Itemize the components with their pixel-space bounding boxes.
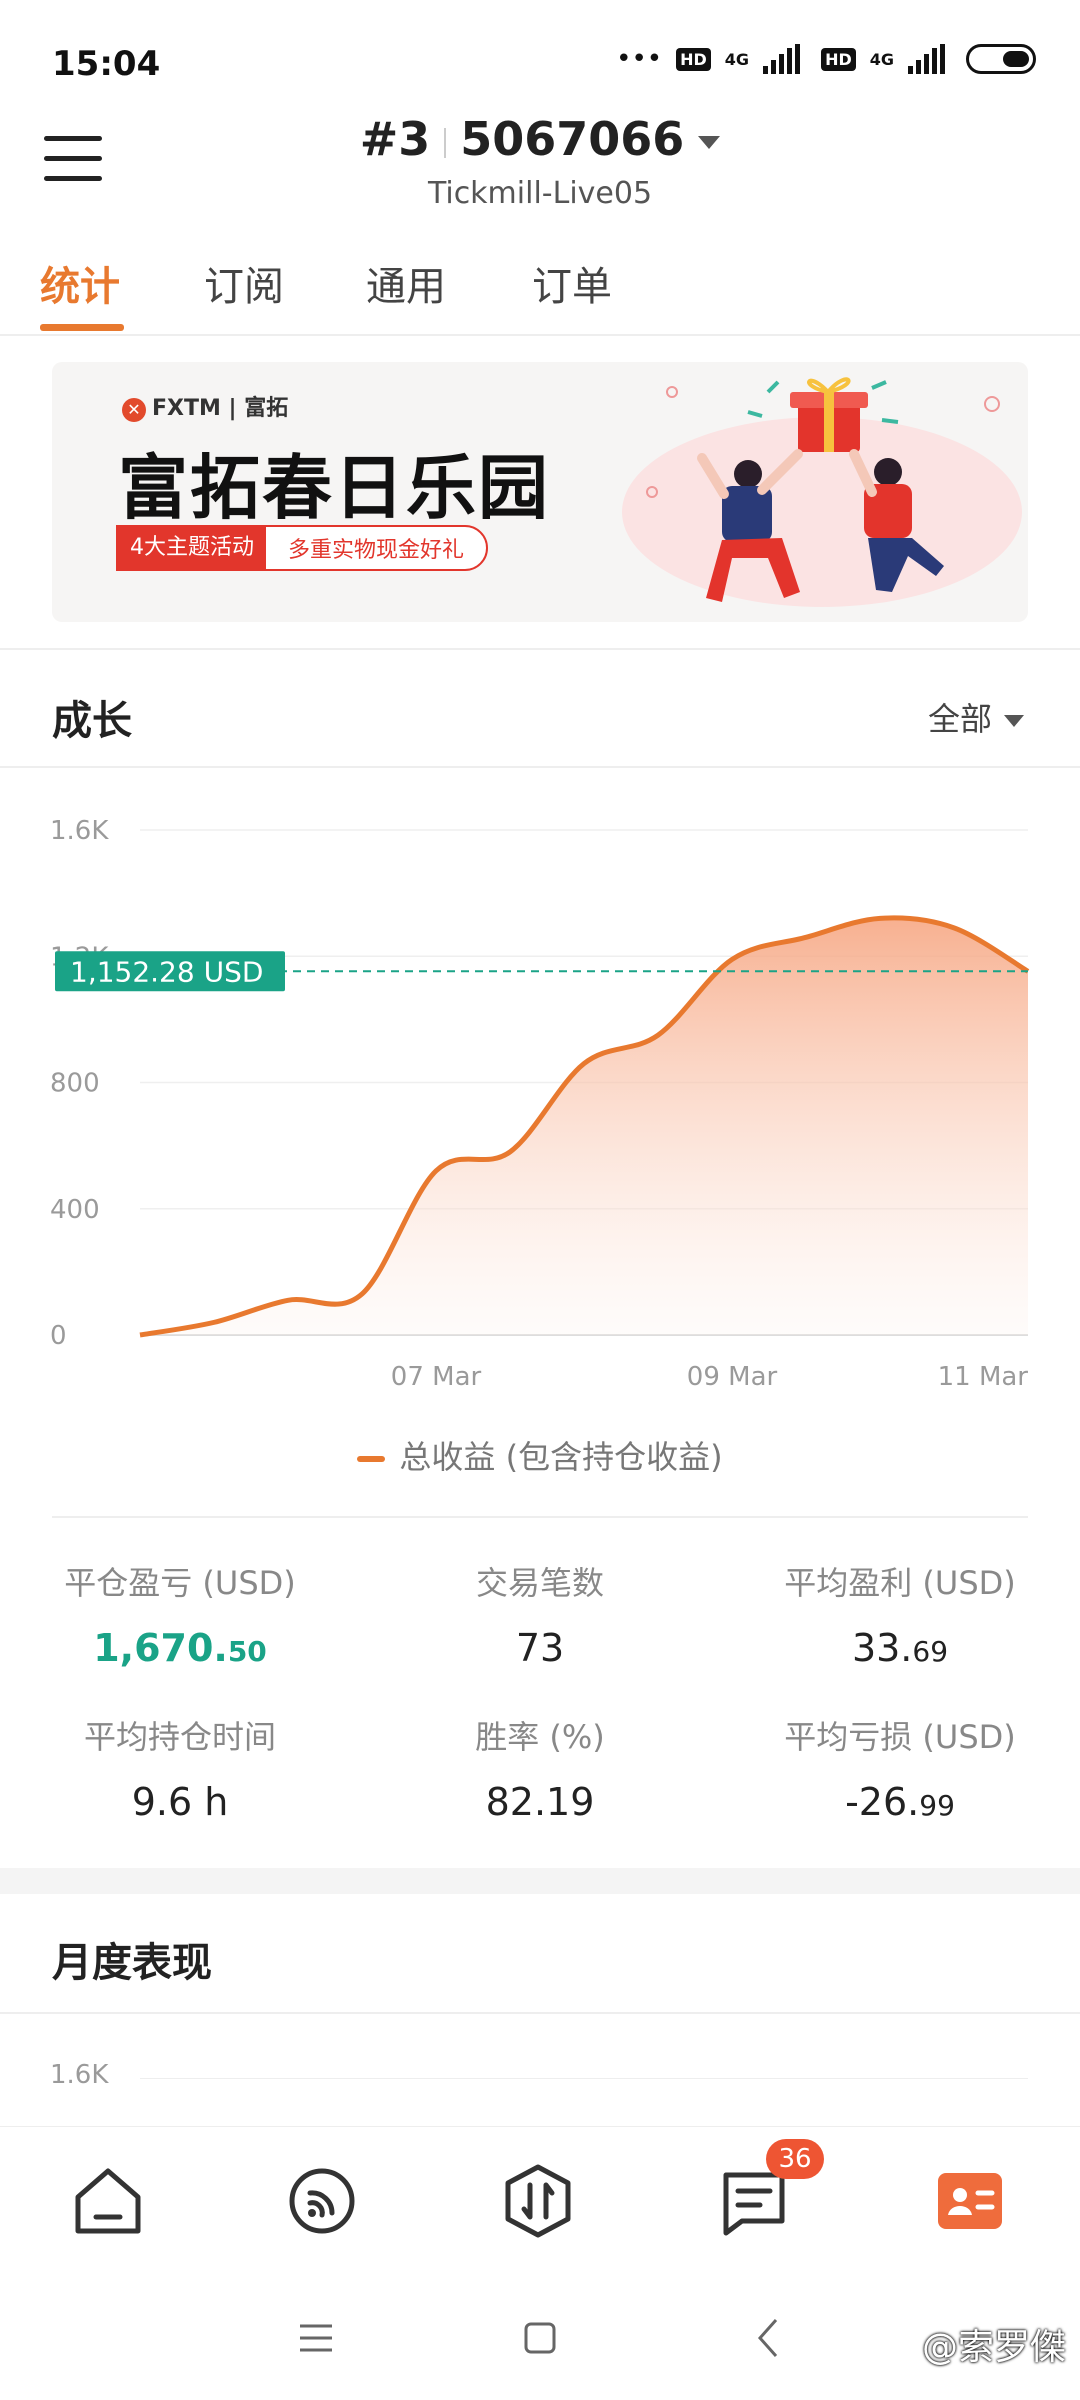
- y-tick-label: 1.6K: [50, 2060, 109, 2090]
- stat-label: 平仓盈亏 (USD): [64, 1564, 296, 1602]
- status-time: 15:04: [52, 44, 161, 84]
- stat-label: 平均盈利 (USD): [784, 1564, 1016, 1602]
- back-icon[interactable]: [752, 2316, 782, 2360]
- trade-icon[interactable]: [496, 2159, 580, 2243]
- notification-badge: 36: [766, 2139, 824, 2179]
- account-number: 5067066: [460, 112, 685, 166]
- hd-badge: HD: [676, 47, 711, 71]
- stat-value: -26.99: [845, 1780, 955, 1824]
- stat-avg-profit: 平均盈利 (USD) 33.69: [720, 1558, 1080, 1670]
- stat-trade-count: 交易笔数 73: [360, 1558, 720, 1670]
- period-filter-dropdown[interactable]: 全部: [928, 694, 1024, 740]
- hd-badge: HD: [821, 47, 856, 71]
- y-tick-label: 0: [50, 1321, 67, 1351]
- more-dots-icon: •••: [616, 44, 663, 74]
- x-tick-label: 09 Mar: [687, 1362, 778, 1392]
- banner-tag-left: 4大主题活动: [118, 527, 266, 569]
- bottom-nav: 36: [0, 2126, 1080, 2276]
- account-index: #3: [359, 112, 431, 166]
- divider: [0, 2012, 1080, 2014]
- status-bar: 15:04 ••• HD 4G HD 4G: [0, 0, 1080, 100]
- stat-value: 82.19: [485, 1780, 595, 1824]
- home-icon[interactable]: [66, 2159, 150, 2243]
- stat-label: 平均持仓时间: [83, 1718, 276, 1756]
- y-tick-label: 1.6K: [50, 816, 109, 846]
- chevron-down-icon: [1004, 715, 1024, 727]
- stat-label: 交易笔数: [475, 1564, 604, 1602]
- promo-banner[interactable]: ✕ FXTM | 富拓 富拓春日乐园 4大主题活动 多重实物现金好礼: [52, 362, 1028, 622]
- divider: [52, 1516, 1028, 1518]
- tab-general[interactable]: 通用: [366, 254, 446, 312]
- feed-icon[interactable]: [280, 2159, 364, 2243]
- legend-label: 总收益 (包含持仓收益): [399, 1438, 723, 1476]
- banner-tag: 4大主题活动 多重实物现金好礼: [116, 525, 489, 571]
- current-value-tag: 1,152.28 USD: [55, 951, 285, 992]
- stat-win-rate: 胜率 (%) 82.19: [360, 1712, 720, 1824]
- status-icons: ••• HD 4G HD 4G: [616, 44, 1036, 74]
- tab-statistics[interactable]: 统计: [40, 254, 120, 312]
- network-type: 4G: [869, 49, 894, 69]
- signal-icon: [908, 44, 952, 74]
- chevron-down-icon: [698, 136, 721, 149]
- tab-subscriptions[interactable]: 订阅: [204, 254, 284, 312]
- section-separator: [0, 1868, 1080, 1894]
- banner-illustration: [622, 377, 1022, 607]
- battery-icon: [966, 44, 1036, 74]
- stat-label: 平均亏损 (USD): [784, 1718, 1016, 1756]
- stat-value: 73: [515, 1626, 565, 1670]
- stat-value: 9.6 h: [131, 1780, 229, 1824]
- signal-icon: [763, 44, 807, 74]
- growth-chart: 04008001.2K1.6K 1,152.28 USD 07 Mar09 Ma…: [50, 816, 1030, 1392]
- x-tick-label: 07 Mar: [391, 1362, 482, 1392]
- current-value-text: 1,152.28 USD: [70, 955, 263, 988]
- stat-value: 1,670.50: [93, 1626, 267, 1670]
- stat-avg-hold-time: 平均持仓时间 9.6 h: [0, 1712, 360, 1824]
- system-nav-bar: @索罗傑: [0, 2276, 1080, 2400]
- account-server: Tickmill-Live05: [427, 176, 653, 211]
- y-tick-label: 400: [50, 1195, 100, 1225]
- stat-closed-pnl: 平仓盈亏 (USD) 1,670.50: [0, 1558, 360, 1670]
- banner-tag-right: 多重实物现金好礼: [288, 538, 465, 563]
- banner-title: 富拓春日乐园: [118, 447, 550, 529]
- network-type: 4G: [724, 49, 750, 69]
- legend-swatch: [357, 1456, 386, 1462]
- recent-apps-icon[interactable]: [296, 2320, 336, 2356]
- tab-orders[interactable]: 订单: [532, 254, 612, 312]
- active-tab-indicator: [40, 324, 124, 331]
- stat-avg-loss: 平均亏损 (USD) -26.99: [720, 1712, 1080, 1824]
- watermark: @索罗傑: [921, 2327, 1066, 2368]
- section-title: 月度表现: [52, 1940, 212, 1986]
- chart-legend: 总收益 (包含持仓收益): [0, 1432, 1080, 1478]
- banner-logo: ✕ FXTM | 富拓: [122, 390, 288, 422]
- profile-icon[interactable]: [928, 2159, 1012, 2243]
- x-tick-label: 11 Mar: [938, 1362, 1029, 1392]
- tab-bar: 统计 订阅 通用 订单: [0, 244, 1080, 336]
- home-button-icon[interactable]: [520, 2318, 560, 2358]
- account-selector[interactable]: #3 5067066: [0, 112, 1080, 166]
- grid-line: [140, 2078, 1028, 2079]
- growth-section-header: 成长 全部: [0, 648, 1080, 768]
- y-tick-label: 800: [50, 1069, 100, 1099]
- stat-label: 胜率 (%): [475, 1718, 605, 1756]
- stat-value: 33.69: [851, 1626, 949, 1670]
- section-title: 成长: [52, 698, 132, 744]
